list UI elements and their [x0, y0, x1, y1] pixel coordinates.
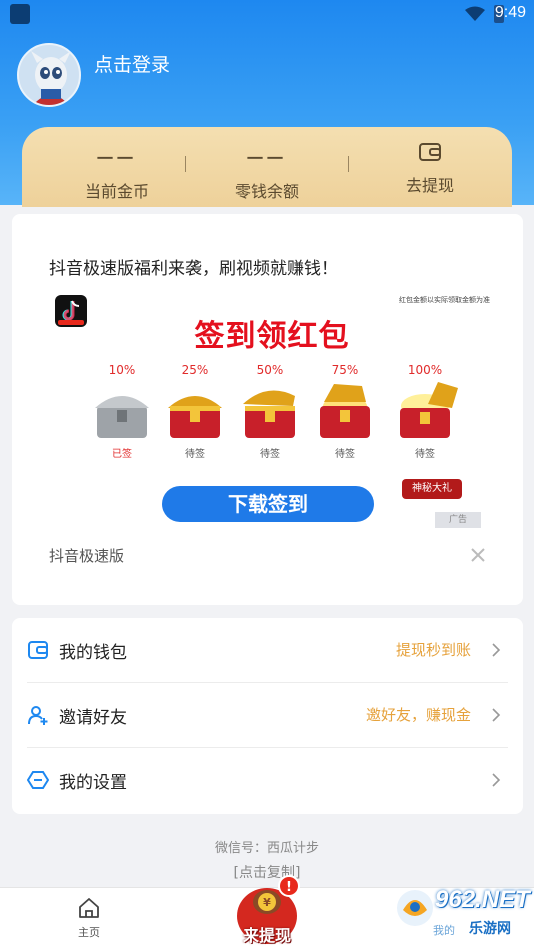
- settings-icon: [27, 771, 49, 789]
- treasure-chest-icon: [168, 396, 222, 438]
- chest-item: 50% 待签: [235, 363, 305, 460]
- chest-percent: 100%: [407, 363, 443, 377]
- ad-source: 抖音极速版: [49, 547, 125, 565]
- ad-card[interactable]: 抖音极速版福利来袭，刷视频就赚钱！ 红包金额以实际领取金额为准 签到领红包 10…: [12, 214, 523, 605]
- stat-divider: [185, 156, 186, 172]
- notification-icon: [10, 4, 30, 24]
- chevron-right-icon: [492, 708, 501, 722]
- chest-percent: 10%: [108, 363, 136, 377]
- svg-text:¥: ¥: [263, 896, 271, 909]
- open-chest-icon: [320, 384, 370, 438]
- status-time: 9:49: [494, 4, 526, 21]
- menu-label: 我的钱包: [59, 643, 127, 663]
- chest-status: 待签: [335, 449, 355, 460]
- golden-chest-icon: [400, 382, 458, 438]
- chest-status: 待签: [415, 449, 435, 460]
- ad-disclaimer: 红包金额以实际领取金额为准: [399, 296, 490, 304]
- chest-percent: 25%: [181, 363, 209, 377]
- menu-hint: 邀好友，赚现金: [365, 706, 471, 724]
- wallet-icon: [28, 641, 48, 659]
- chest-item: 75% 待签: [310, 363, 380, 460]
- stat-divider: [348, 156, 349, 172]
- wechat-id: 微信号：西瓜计步: [214, 841, 319, 856]
- balance-value: 一一: [246, 149, 287, 168]
- header: 9:49 点击登录 一一 当前金币 一一 零钱余额 去提现: [0, 0, 534, 207]
- close-icon[interactable]: [470, 547, 486, 563]
- chest-status: 待签: [185, 449, 205, 460]
- nav-home[interactable]: 主页: [66, 896, 112, 940]
- menu-label: 我的设置: [59, 773, 127, 793]
- treasure-chest-icon: [243, 390, 295, 438]
- chevron-right-icon: [492, 643, 501, 657]
- chest-item: 25% 待签: [160, 363, 230, 460]
- watermark: 962.NET 我的 乐游网: [395, 884, 530, 946]
- watermark-brand: 962.NET: [435, 886, 530, 913]
- status-bar: 9:49: [0, 0, 534, 30]
- nav-home-label: 主页: [78, 926, 100, 939]
- menu-hint: 提现秒到账: [395, 641, 471, 659]
- wifi-icon: [465, 6, 485, 21]
- menu-label: 邀请好友: [59, 708, 127, 728]
- balance-label: 零钱余额: [234, 182, 299, 201]
- chest-percent: 75%: [331, 363, 359, 377]
- watermark-sub: 乐游网: [469, 921, 511, 937]
- chest-item: 10% 已签: [87, 363, 157, 460]
- menu-item-wallet[interactable]: 我的钱包 提现秒到账: [12, 618, 523, 683]
- ad-tag: 广告: [435, 512, 481, 528]
- ad-title: 抖音极速版福利来袭，刷视频就赚钱！: [49, 259, 338, 279]
- bottom-nav: 主页 ¥ ! 来提现 962.NET 我的 乐游网: [0, 875, 534, 949]
- menu-card: 我的钱包 提现秒到账 邀请好友 邀好友，赚现金 我的设置: [12, 618, 523, 814]
- mascot-icon: [31, 51, 71, 105]
- withdraw-label: 去提现: [405, 176, 454, 195]
- balance-stat[interactable]: 一一 零钱余额: [197, 127, 337, 207]
- wallet-icon: [419, 143, 441, 161]
- login-link[interactable]: 点击登录: [94, 50, 170, 77]
- svg-text:!: !: [286, 880, 292, 895]
- watermark-partial: 我的: [433, 924, 455, 937]
- withdraw-fab-label: 来提现: [242, 926, 291, 945]
- menu-item-settings[interactable]: 我的设置: [12, 748, 523, 813]
- withdraw-stat[interactable]: 去提现: [360, 127, 500, 207]
- coins-label: 当前金币: [84, 182, 149, 201]
- add-user-icon: [28, 706, 48, 725]
- watermark-logo-icon: [397, 890, 433, 926]
- chest-item: 100% 待签: [390, 363, 460, 460]
- avatar[interactable]: [17, 43, 81, 107]
- banner-title: 签到领红包: [194, 319, 350, 354]
- chest-status: 待签: [260, 449, 280, 460]
- chest-percent: 50%: [256, 363, 284, 377]
- coins-stat[interactable]: 一一 当前金币: [47, 127, 187, 207]
- withdraw-fab-button[interactable]: ¥ ! 来提现: [228, 872, 306, 949]
- menu-item-invite[interactable]: 邀请好友 邀好友，赚现金: [12, 683, 523, 748]
- silver-chest-icon: [95, 396, 149, 438]
- chest-status: 已签: [112, 449, 132, 460]
- download-signin-button[interactable]: 下载签到: [162, 486, 374, 522]
- wallet-summary-card: 一一 当前金币 一一 零钱余额 去提现: [22, 127, 512, 207]
- mystery-gift-badge: 神秘大礼: [402, 479, 462, 499]
- home-icon: [79, 898, 99, 918]
- chevron-right-icon: [492, 773, 501, 787]
- coins-value: 一一: [96, 149, 137, 168]
